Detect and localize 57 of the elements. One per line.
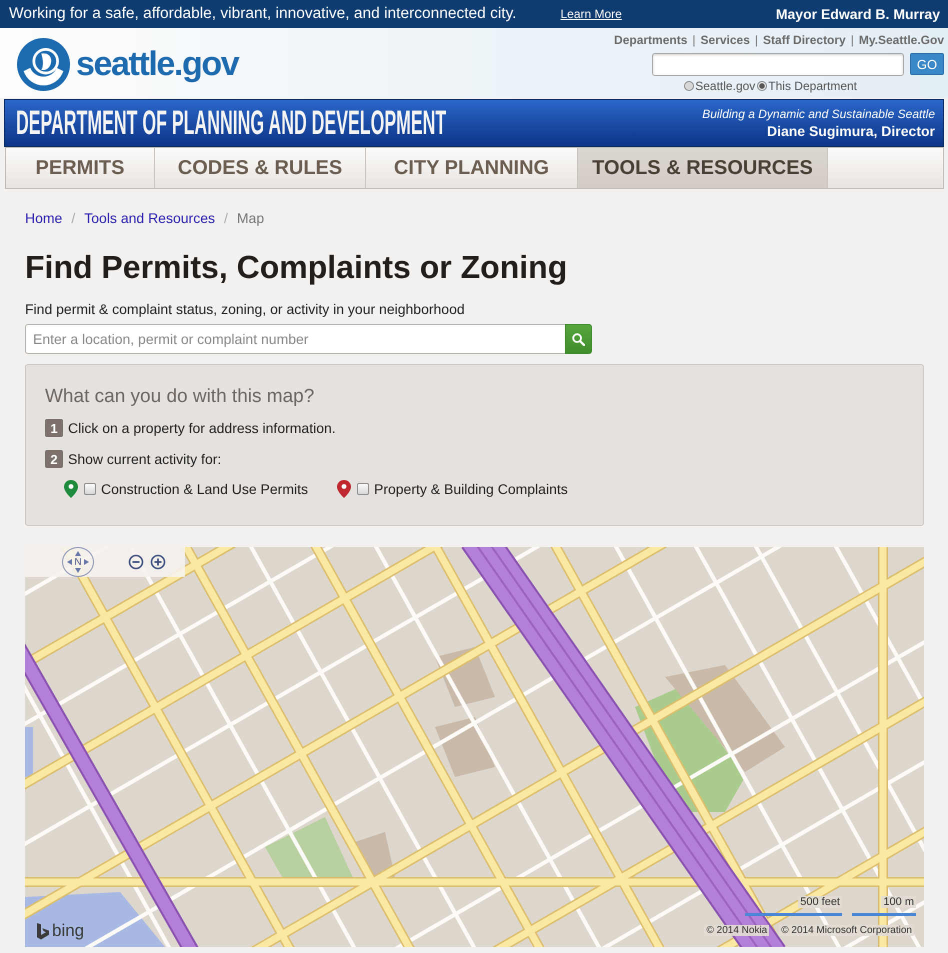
copyright-text: © 2014 Nokia [704, 925, 770, 936]
arrow-right-icon[interactable] [84, 559, 89, 565]
layer-label: Construction & Land Use Permits [101, 481, 308, 497]
logo-mark-icon [37, 922, 49, 940]
link-separator: | [754, 32, 758, 46]
radio-button[interactable] [684, 81, 694, 91]
nav-tab[interactable]: PERMITS [6, 148, 155, 188]
step-number: 1 [45, 419, 63, 437]
logo-text[interactable]: seattle.gov [76, 44, 238, 84]
scale-label: 100 m [881, 896, 916, 908]
step-text: Show current activity for: [68, 451, 222, 467]
layer-label: Property & Building Complaints [374, 481, 568, 497]
zoom-out-icon[interactable] [128, 554, 144, 570]
link-separator: | [850, 32, 854, 46]
scale-bar [852, 913, 916, 916]
checkbox[interactable] [356, 483, 369, 495]
header-link[interactable]: Services [700, 32, 750, 46]
search-icon [572, 332, 585, 346]
info-heading: What can you do with this map? [45, 385, 316, 409]
page-title: Find Permits, Complaints or Zoning [25, 248, 568, 286]
arrow-up-icon[interactable] [75, 551, 81, 556]
nav-tab[interactable]: CODES & RULES [155, 148, 366, 188]
scale-label: 500 feet [798, 896, 842, 908]
pan-control[interactable]: N [62, 547, 94, 577]
zoom-in-icon[interactable] [150, 554, 166, 570]
header-link[interactable]: Staff Directory [763, 32, 846, 46]
breadcrumb-separator: / [71, 210, 76, 226]
header-link[interactable]: My.Seattle.Gov [858, 32, 944, 46]
nav-tab[interactable]: TOOLS & RESOURCES [578, 148, 828, 188]
step-number: 2 [45, 450, 63, 468]
mayor-name: Mayor Edward B. Murray [776, 6, 940, 22]
copyright-text: © 2014 Microsoft Corporation [779, 925, 914, 936]
tagline-text: Building a Dynamic and Sustainable Seattle [702, 107, 935, 121]
department-title: DEPARTMENT OF PLANNING AND DEVELOPMENT [16, 104, 446, 142]
arrow-left-icon[interactable] [67, 559, 72, 565]
breadcrumb-link[interactable]: Home [25, 210, 62, 226]
link-separator: | [692, 32, 696, 46]
search-button[interactable] [565, 324, 592, 354]
map-logo-text: bing [52, 922, 84, 940]
header-link[interactable]: Departments [614, 32, 688, 46]
go-button[interactable]: GO [910, 53, 944, 75]
arrow-down-icon[interactable] [75, 568, 81, 573]
learn-more-link[interactable]: Learn More [560, 7, 622, 21]
search-label: Find permit & complaint status, zoning, or activity in your neighborhood [25, 300, 466, 318]
slogan-text: Working for a safe, affordable, vibrant, innovative, and interconnected city. [9, 5, 516, 23]
step-text: Click on a property for address information. [68, 420, 336, 436]
site-search-field[interactable] [652, 53, 904, 76]
radio-label: This Department [768, 79, 857, 93]
radio-button[interactable] [757, 81, 768, 91]
breadcrumb-current: Map [236, 210, 264, 226]
breadcrumb-link[interactable]: Tools and Resources [84, 210, 215, 226]
checkbox[interactable] [84, 483, 96, 495]
circular-logo-icon[interactable] [17, 38, 70, 90]
radio-label: Seattle.gov [695, 79, 756, 93]
director-name: Diane Sugimura, Director [766, 123, 935, 139]
breadcrumb-separator: / [224, 210, 228, 226]
search-field[interactable]: Enter a location, permit or complaint number [25, 324, 565, 354]
